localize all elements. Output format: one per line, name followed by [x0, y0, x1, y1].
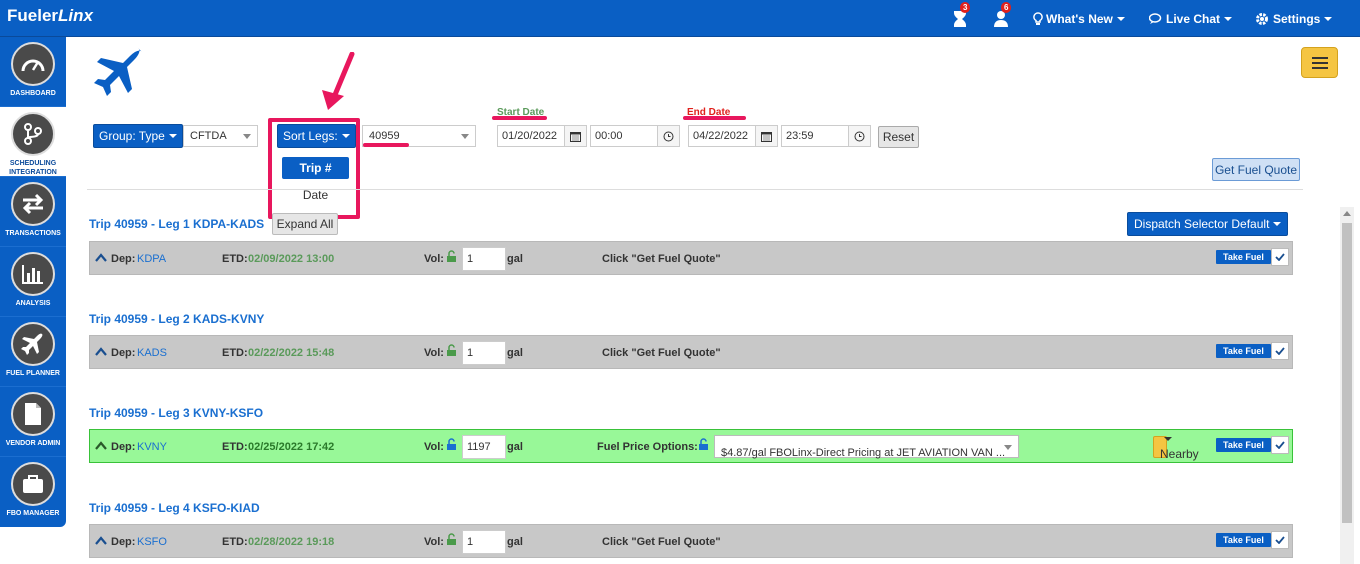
calendar-icon[interactable]	[564, 126, 586, 146]
unlock-icon[interactable]	[446, 336, 457, 370]
etd-value: 02/28/2022 19:18	[248, 536, 335, 548]
chat-icon	[1149, 12, 1162, 24]
whats-new-menu[interactable]: What's New	[1033, 0, 1125, 37]
analysis-chart-icon	[11, 252, 55, 296]
end-date-underline	[683, 116, 746, 120]
sidebar-item-dashboard[interactable]: DASHBOARD	[0, 37, 66, 107]
user-badge: 6	[1001, 2, 1012, 13]
sort-option-date[interactable]: Date	[282, 184, 349, 206]
end-date-input[interactable]: 04/22/2022	[688, 125, 778, 147]
scroll-up-icon[interactable]	[1343, 211, 1351, 216]
sidebar-item-analysis[interactable]: ANALYSIS	[0, 247, 66, 317]
sidebar-item-scheduling-integration[interactable]: SCHEDULING INTEGRATION	[0, 107, 66, 177]
start-date-underline	[492, 116, 547, 120]
unlock-icon[interactable]	[446, 242, 457, 276]
unlock-icon[interactable]	[446, 430, 457, 464]
leg-row: Dep: KADS ETD: 02/22/2022 15:48 Vol: 1 g…	[89, 335, 1293, 369]
check-icon[interactable]	[1271, 248, 1289, 266]
briefcase-icon	[11, 462, 55, 506]
unlock-icon[interactable]	[446, 525, 457, 559]
end-time-input[interactable]: 23:59	[781, 125, 871, 147]
gear-icon	[1256, 12, 1268, 25]
leg-title[interactable]: Trip 40959 - Leg 2 KADS-KVNY	[89, 312, 264, 326]
sort-option-trip[interactable]: Trip #	[282, 157, 349, 179]
leg-title[interactable]: Trip 40959 - Leg 3 KVNY-KSFO	[89, 406, 263, 420]
hourglass-badge: 3	[960, 2, 971, 13]
live-chat-menu[interactable]: Live Chat	[1149, 0, 1233, 37]
hourglass-notification[interactable]: 3	[952, 0, 972, 37]
check-icon[interactable]	[1271, 342, 1289, 360]
volume-input[interactable]: 1	[462, 247, 506, 271]
volume-input[interactable]: 1	[462, 530, 506, 554]
sidebar-item-transactions[interactable]: TRANSACTIONS	[0, 177, 66, 247]
sort-legs-button[interactable]: Sort Legs:	[277, 124, 356, 148]
take-fuel-button[interactable]: Take Fuel	[1216, 344, 1271, 358]
scrollbar[interactable]	[1340, 207, 1354, 564]
volume-input[interactable]: 1197	[462, 435, 506, 459]
group-type-button[interactable]: Group: Type	[93, 124, 183, 148]
clock-icon[interactable]	[657, 126, 679, 146]
document-icon	[11, 392, 55, 436]
dispatch-selector-button[interactable]: Dispatch Selector Default	[1127, 212, 1289, 236]
calendar-icon[interactable]	[755, 126, 777, 146]
etd-value: 02/22/2022 15:48	[248, 347, 335, 359]
clock-icon[interactable]	[848, 126, 870, 146]
sidebar-item-vendor-admin[interactable]: VENDOR ADMIN	[0, 387, 66, 457]
user-notification[interactable]: 6	[993, 0, 1013, 37]
plane-icon	[11, 322, 55, 366]
sidebar-item-fuel-planner[interactable]: FUEL PLANNER	[0, 317, 66, 387]
dashboard-gauge-icon	[11, 42, 55, 86]
sidebar-item-fbo-manager[interactable]: FBO MANAGER	[0, 457, 66, 527]
chevron-up-icon[interactable]	[95, 430, 107, 464]
dep-airport[interactable]: KDPA	[137, 242, 166, 276]
lightbulb-icon	[1033, 11, 1043, 25]
volume-input[interactable]: 1	[462, 341, 506, 365]
take-fuel-button[interactable]: Take Fuel	[1216, 438, 1271, 452]
scroll-thumb[interactable]	[1342, 223, 1352, 523]
start-time-input[interactable]: 00:00	[590, 125, 680, 147]
trip-underline	[363, 143, 409, 147]
leg-row: Dep: KSFO ETD: 02/28/2022 19:18 Vol: 1 g…	[89, 524, 1293, 558]
check-icon[interactable]	[1271, 436, 1289, 454]
annotation-arrow-icon	[322, 52, 355, 110]
chevron-up-icon[interactable]	[95, 336, 107, 370]
nearby-button[interactable]: Nearby	[1153, 436, 1199, 461]
unlock-icon[interactable]	[698, 430, 709, 464]
etd-value: 02/25/2022 17:42	[248, 441, 335, 453]
dep-airport[interactable]: KADS	[137, 336, 167, 370]
etd-value: 02/09/2022 13:00	[248, 253, 335, 265]
check-icon[interactable]	[1271, 531, 1289, 549]
leg-title[interactable]: Trip 40959 - Leg 1 KDPA-KADS	[89, 217, 264, 231]
hamburger-icon	[1311, 56, 1328, 69]
chevron-up-icon[interactable]	[95, 242, 107, 276]
transactions-arrows-icon	[11, 182, 55, 226]
scheduling-integration-icon	[11, 112, 55, 156]
divider	[87, 189, 1303, 190]
take-fuel-button[interactable]: Take Fuel	[1216, 250, 1271, 264]
reset-button[interactable]: Reset	[878, 126, 919, 148]
plane-icon	[94, 48, 142, 96]
dep-airport[interactable]: KSFO	[137, 525, 167, 559]
menu-button[interactable]	[1301, 47, 1338, 78]
quote-message: Click "Get Fuel Quote"	[602, 253, 721, 265]
get-fuel-quote-button[interactable]: Get Fuel Quote	[1212, 158, 1300, 181]
leg-row: Dep: KVNY ETD: 02/25/2022 17:42 Vol: 119…	[89, 429, 1293, 463]
take-fuel-button[interactable]: Take Fuel	[1216, 533, 1271, 547]
leg-title[interactable]: Trip 40959 - Leg 4 KSFO-KIAD	[89, 501, 260, 515]
chevron-up-icon[interactable]	[95, 525, 107, 559]
expand-all-button[interactable]: Expand All	[272, 213, 338, 235]
quote-message: Click "Get Fuel Quote"	[602, 347, 721, 359]
fuel-price-select[interactable]: $4.87/gal FBOLinx-Direct Pricing at JET …	[714, 435, 1019, 459]
top-navbar: FuelerLinx 3 6 What's New Live Chat Sett…	[0, 0, 1360, 37]
aircraft-select[interactable]: CFTDA	[183, 125, 258, 147]
settings-menu[interactable]: Settings	[1255, 0, 1333, 37]
sidebar: DASHBOARD SCHEDULING INTEGRATION TRANSAC…	[0, 37, 66, 527]
quote-message: Click "Get Fuel Quote"	[602, 536, 721, 548]
app-logo[interactable]: FuelerLinx	[7, 6, 93, 26]
start-date-input[interactable]: 01/20/2022	[497, 125, 587, 147]
dep-airport[interactable]: KVNY	[137, 430, 167, 464]
leg-row: Dep: KDPA ETD: 02/09/2022 13:00 Vol: 1 g…	[89, 241, 1293, 275]
